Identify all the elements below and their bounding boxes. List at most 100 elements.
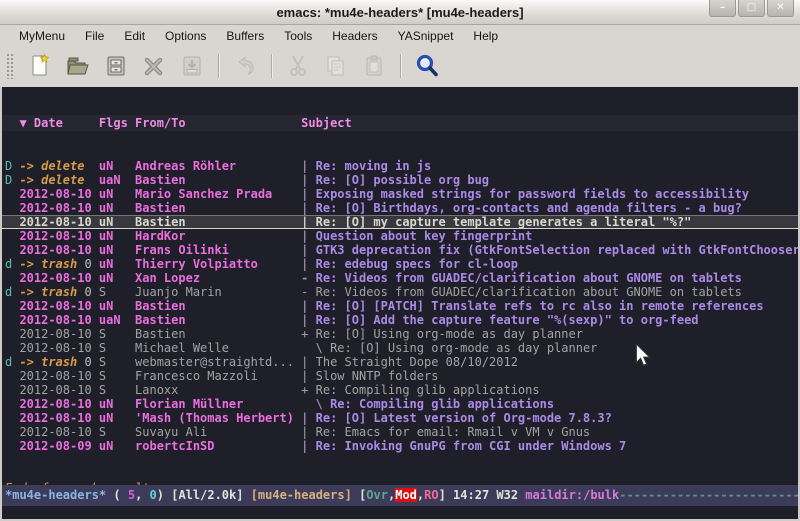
mark-target-suffix: 0 bbox=[77, 257, 91, 271]
message-flags: uaN bbox=[99, 173, 135, 187]
message-subject: Re: moving in js bbox=[316, 159, 798, 173]
message-row[interactable]: 2012-08-09uNrobertcInSD| Re: Invoking Gn… bbox=[2, 439, 798, 453]
maximize-button[interactable]: □ bbox=[738, 0, 765, 17]
mode-line: *mu4e-headers* ( 5, 0) [All/2.0k] [mu4e-… bbox=[0, 485, 800, 506]
new-file-button[interactable] bbox=[23, 51, 57, 81]
message-from: Suvayu Ali bbox=[135, 425, 301, 439]
message-from: Mario Sanchez Prada bbox=[135, 187, 301, 201]
menu-tools[interactable]: Tools bbox=[275, 27, 321, 45]
message-from: Xan Lopez bbox=[135, 271, 301, 285]
close-button[interactable] bbox=[137, 51, 171, 81]
search-icon bbox=[414, 53, 440, 79]
cut-icon bbox=[285, 53, 311, 79]
message-flags: uN bbox=[99, 229, 135, 243]
mark-flag: D bbox=[5, 159, 19, 173]
message-date: 2012-08-10 bbox=[19, 313, 98, 327]
modeline-segment: [mu4e-headers] bbox=[251, 488, 352, 502]
message-row[interactable]: d -> trash 0uNThierry Volpiatto| Re: ede… bbox=[2, 257, 798, 271]
modeline-segment: RO bbox=[424, 488, 438, 502]
message-row[interactable]: 2012-08-10uNXan Lopez- Re: Videos from G… bbox=[2, 271, 798, 285]
column-date-label: Date bbox=[34, 116, 63, 130]
message-subject: Question about key fingerprint bbox=[316, 229, 798, 243]
sort-descending-icon: ▼ bbox=[19, 116, 26, 130]
message-row[interactable]: 2012-08-10SFrancesco Mazzoli| Slow NNTP … bbox=[2, 369, 798, 383]
column-flags[interactable]: Flgs bbox=[99, 116, 135, 130]
message-row[interactable]: 2012-08-10uaNBastien| Re: [O] Add the ca… bbox=[2, 313, 798, 327]
message-subject: Re: Compiling glib applications bbox=[330, 397, 798, 411]
message-row[interactable]: 2012-08-10uN'Mash (Thomas Herbert)| Re: … bbox=[2, 411, 798, 425]
modeline-segment: 5 bbox=[128, 488, 135, 502]
message-row[interactable]: 2012-08-10uNBastien| Re: [O] Birthdays, … bbox=[2, 201, 798, 215]
message-flags: S bbox=[99, 327, 135, 341]
message-row[interactable]: 2012-08-10SBastien+ Re: [O] Using org-mo… bbox=[2, 327, 798, 341]
tool-bar bbox=[0, 47, 800, 87]
column-subject[interactable]: Subject bbox=[301, 116, 798, 130]
modeline-segment: ] 14:27 W32 bbox=[439, 488, 526, 502]
mark-spacer bbox=[5, 229, 19, 243]
toolbar-drag-handle[interactable] bbox=[6, 53, 15, 79]
menu-buffers[interactable]: Buffers bbox=[217, 27, 273, 45]
message-date: 2012-08-10 bbox=[19, 243, 98, 257]
modeline-segment: ----------------------------------------… bbox=[619, 488, 800, 502]
search-button[interactable] bbox=[410, 51, 444, 81]
message-row[interactable]: 2012-08-10SMichael Welle \ Re: [O] Using… bbox=[2, 341, 798, 355]
message-date: 2012-08-10 bbox=[19, 271, 98, 285]
minimize-button[interactable]: – bbox=[709, 0, 736, 17]
echo-area bbox=[0, 506, 800, 521]
menu-yasnippet[interactable]: YASnippet bbox=[389, 27, 463, 45]
message-flags: S bbox=[99, 355, 135, 369]
message-date: 2012-08-10 bbox=[19, 369, 98, 383]
message-row[interactable]: 2012-08-10uNMario Sanchez Prada| Exposin… bbox=[2, 187, 798, 201]
close-icon bbox=[141, 53, 167, 79]
message-from: Juanjo Marin bbox=[135, 285, 301, 299]
message-row[interactable]: D -> deleteuaNBastien| Re: [O] possible … bbox=[2, 173, 798, 187]
message-flags: uN bbox=[99, 299, 135, 313]
menu-mymenu[interactable]: MyMenu bbox=[10, 27, 74, 45]
message-from: Frans Oilinki bbox=[135, 243, 301, 257]
message-subject: Exposing masked strings for password fie… bbox=[316, 187, 798, 201]
message-row[interactable]: 2012-08-10uNHardKor| Question about key … bbox=[2, 229, 798, 243]
menu-edit[interactable]: Edit bbox=[115, 27, 154, 45]
thread-indicator: - bbox=[301, 285, 315, 299]
message-flags: uN bbox=[99, 397, 135, 411]
message-row[interactable]: 2012-08-10uNBastien| Re: [O] my capture … bbox=[2, 215, 798, 229]
save-button[interactable] bbox=[99, 51, 133, 81]
message-flags: uN bbox=[99, 187, 135, 201]
message-row[interactable]: D -> deleteuNAndreas Röhler| Re: moving … bbox=[2, 159, 798, 173]
end-of-results-text: End of search results bbox=[2, 481, 798, 485]
message-from: 'Mash (Thomas Herbert) bbox=[135, 411, 301, 425]
column-from[interactable]: From/To bbox=[135, 116, 301, 130]
modeline-segment: 0 bbox=[150, 488, 157, 502]
mark-spacer bbox=[5, 313, 19, 327]
message-row[interactable]: 2012-08-10uNFlorian Müllner \ Re: Compil… bbox=[2, 397, 798, 411]
menu-help[interactable]: Help bbox=[464, 27, 507, 45]
open-folder-button[interactable] bbox=[61, 51, 95, 81]
undo-icon bbox=[232, 53, 258, 79]
save-as-button bbox=[175, 51, 209, 81]
message-subject: Re: [O] Latest version of Org-mode 7.8.3… bbox=[316, 411, 798, 425]
thread-indicator: | bbox=[301, 313, 315, 327]
mark-spacer bbox=[5, 425, 19, 439]
mark-spacer bbox=[5, 411, 19, 425]
mark-flag: D bbox=[5, 173, 19, 187]
message-row[interactable]: 2012-08-10uNFrans Oilinki| GTK3 deprecat… bbox=[2, 243, 798, 257]
message-row[interactable]: 2012-08-10uNBastien| Re: [O] [PATCH] Tra… bbox=[2, 299, 798, 313]
mark-target-suffix: 0 bbox=[77, 285, 91, 299]
message-subject: Re: [O] Using org-mode as day planner bbox=[316, 327, 798, 341]
message-subject: Re: Videos from GUADEC/clarification abo… bbox=[316, 285, 798, 299]
message-row[interactable]: d -> trash 0Swebmaster@straightd...| The… bbox=[2, 355, 798, 369]
menu-file[interactable]: File bbox=[76, 27, 113, 45]
message-row[interactable]: 2012-08-10SLanoxx+ Re: Compiling glib ap… bbox=[2, 383, 798, 397]
menu-options[interactable]: Options bbox=[156, 27, 215, 45]
message-row[interactable]: 2012-08-10SSuvayu Ali| Re: Emacs for ema… bbox=[2, 425, 798, 439]
close-button[interactable]: ✕ bbox=[767, 0, 794, 17]
menu-headers[interactable]: Headers bbox=[323, 27, 386, 45]
toolbar-separator bbox=[400, 54, 401, 78]
message-row[interactable]: d -> trash 0SJuanjo Marin- Re: Videos fr… bbox=[2, 285, 798, 299]
message-subject: Re: [O] Add the capture feature "%(sexp)… bbox=[316, 313, 798, 327]
modeline-segment: Ovr bbox=[366, 488, 388, 502]
thread-indicator: | bbox=[301, 229, 315, 243]
column-header-line[interactable]: ▼ Date Flgs From/To Subject bbox=[2, 115, 798, 131]
message-date: 2012-08-10 bbox=[19, 411, 98, 425]
column-date[interactable]: ▼ Date bbox=[19, 116, 98, 130]
